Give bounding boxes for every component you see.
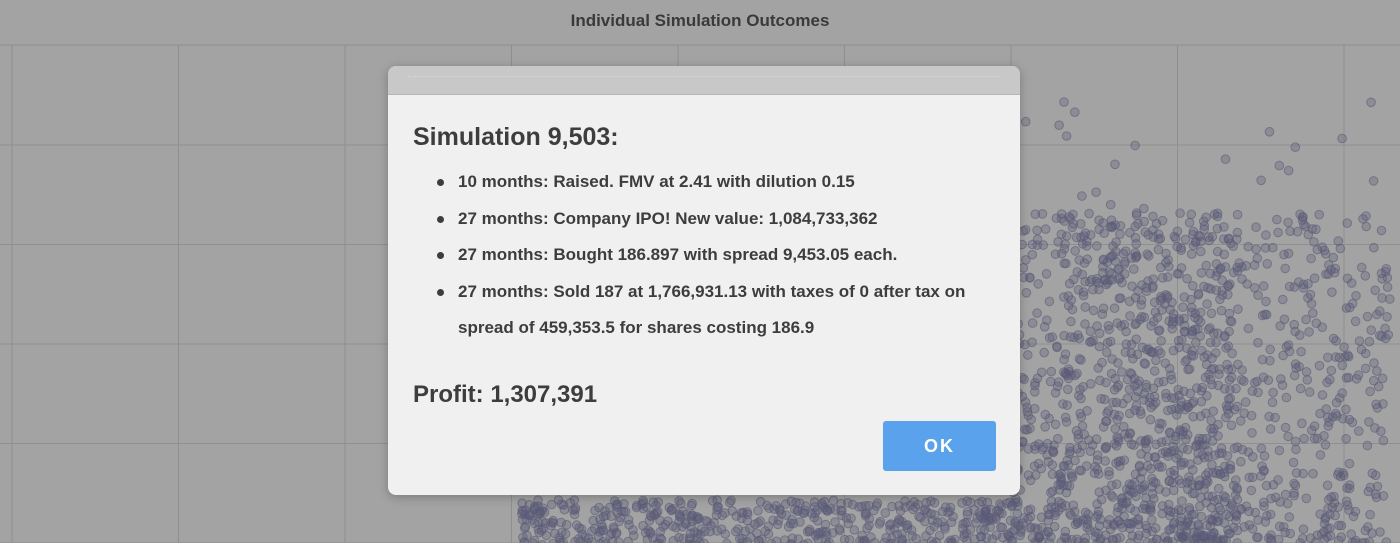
dialog-header-divider — [408, 76, 1000, 77]
event-item: 27 months: Company IPO! New value: 1,084… — [437, 201, 995, 238]
dialog-body: Simulation 9,503: 10 months: Raised. FMV… — [388, 95, 1020, 409]
dialog-header — [388, 66, 1020, 95]
bullet-icon — [437, 288, 444, 296]
event-text: 27 months: Company IPO! New value: 1,084… — [458, 208, 878, 228]
simulation-dialog: Simulation 9,503: 10 months: Raised. FMV… — [388, 66, 1020, 495]
event-text: 27 months: Sold 187 at 1,766,931.13 with… — [458, 281, 966, 338]
bullet-icon — [437, 179, 444, 186]
event-item: 10 months: Raised. FMV at 2.41 with dilu… — [437, 164, 995, 201]
event-list: 10 months: Raised. FMV at 2.41 with dilu… — [413, 164, 995, 347]
ok-button[interactable]: OK — [883, 421, 996, 471]
event-item: 27 months: Sold 187 at 1,766,931.13 with… — [437, 274, 995, 347]
bullet-icon — [437, 252, 444, 259]
bullet-icon — [437, 215, 444, 223]
event-item: 27 months: Bought 186.897 with spread 9,… — [437, 237, 995, 274]
simulation-title: Simulation 9,503: — [413, 123, 619, 151]
profit-summary: Profit: 1,307,391 — [413, 380, 598, 408]
event-text: 27 months: Bought 186.897 with spread 9,… — [458, 245, 898, 264]
event-text: 10 months: Raised. FMV at 2.41 with dilu… — [458, 172, 855, 191]
